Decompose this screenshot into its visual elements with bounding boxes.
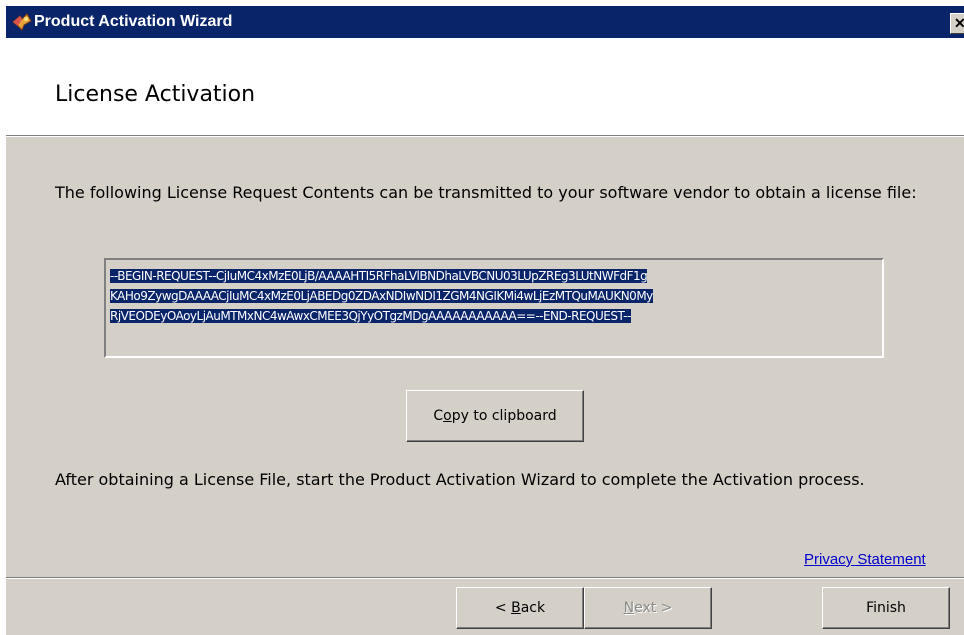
after-text: After obtaining a License File, start th… <box>55 470 865 489</box>
finish-button[interactable]: Finish <box>822 587 950 629</box>
footer-divider-highlight <box>6 578 964 579</box>
copy-label-part: py to clipboard <box>451 408 557 424</box>
request-line: KAHo9ZywgDAAAACjIuMC4xMzE0LjABEDg0ZDAxND… <box>110 289 653 303</box>
next-button[interactable]: Next > <box>584 587 712 629</box>
wizard-header: License Activation <box>6 38 964 136</box>
back-button[interactable]: < Back <box>456 587 584 629</box>
next-label-part: ext > <box>634 600 673 616</box>
product-activation-wizard-window: Product Activation Wizard ✕ License Acti… <box>6 6 964 635</box>
title-bar[interactable]: Product Activation Wizard ✕ <box>6 6 964 38</box>
privacy-statement-link[interactable]: Privacy Statement <box>804 551 926 569</box>
intro-text: The following License Request Contents c… <box>55 183 917 202</box>
copy-label-part: C <box>433 408 444 424</box>
close-button[interactable]: ✕ <box>950 13 964 34</box>
copy-to-clipboard-button[interactable]: Copy to clipboard <box>406 390 584 442</box>
back-label-mnemonic: B <box>511 600 521 616</box>
license-request-contents[interactable]: --BEGIN-REQUEST--CjIuMC4xMzE0LjB/AAAAHTI… <box>110 266 880 326</box>
page-title: License Activation <box>55 82 256 107</box>
close-icon: ✕ <box>954 15 964 31</box>
window-title: Product Activation Wizard <box>34 13 233 30</box>
next-label-mnemonic: N <box>623 600 635 616</box>
back-label-part: ack <box>520 600 546 616</box>
license-request-textbox[interactable]: --BEGIN-REQUEST--CjIuMC4xMzE0LjB/AAAAHTI… <box>104 258 884 358</box>
copy-label-mnemonic: o <box>443 408 452 424</box>
request-line: --BEGIN-REQUEST--CjIuMC4xMzE0LjB/AAAAHTI… <box>110 269 648 283</box>
request-line: RjVEODEyOAoyLjAuMTMxNC4wAwxCMEE3QjYyOTgz… <box>110 309 631 323</box>
header-divider <box>6 136 964 137</box>
back-label-part: < <box>494 600 512 616</box>
wizard-icon <box>12 13 32 31</box>
